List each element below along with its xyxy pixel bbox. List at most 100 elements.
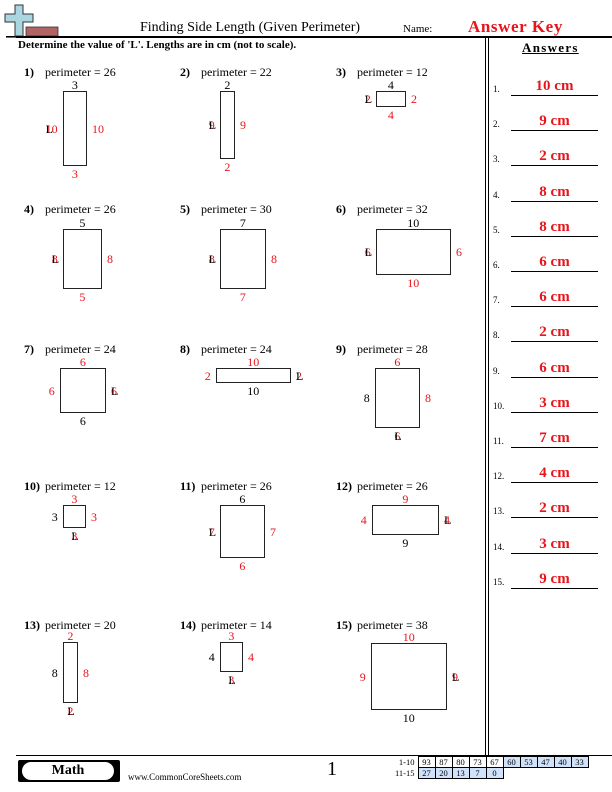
score-cell: 27 (417, 767, 436, 779)
problem-number: 10) (24, 479, 40, 493)
answer-row: 10. 3 cm (493, 389, 608, 413)
right-side-label: 7 (270, 524, 276, 539)
top-side-label: 5 (79, 216, 86, 230)
answer-number: 8. (493, 330, 500, 341)
name-label: Name: (403, 23, 433, 35)
bottom-side-label: 10 (402, 711, 415, 725)
answer-value[interactable]: 8 cm (511, 219, 598, 236)
answer-value[interactable]: 3 cm (511, 395, 598, 412)
worksheet-title: Finding Side Length (Given Perimeter) (140, 20, 361, 35)
answer-number: 15. (493, 576, 505, 587)
answer-line (511, 411, 598, 413)
perimeter-text: perimeter = 26 (201, 479, 272, 493)
problem-number: 4) (24, 202, 34, 216)
problem-number: 1) (24, 65, 34, 79)
unknown-marker: L (111, 383, 119, 398)
answer-panel-divider (488, 38, 489, 756)
answer-row: 12. 4 cm (493, 459, 608, 484)
answer-value[interactable]: 9 cm (511, 571, 598, 588)
score-cell: 87 (434, 756, 453, 768)
answer-number: 6. (493, 260, 500, 270)
perimeter-text: perimeter = 26 (45, 202, 116, 216)
answer-number: 12. (493, 471, 505, 482)
top-side-label: 10 (407, 216, 420, 230)
answer-value[interactable]: 9 cm (511, 113, 598, 130)
problem-number: 15) (336, 618, 352, 632)
answer-number: 10. (493, 400, 505, 411)
score-cell: 33 (570, 756, 589, 768)
answer-number: 11. (493, 436, 504, 446)
answer-value[interactable]: 2 cm (511, 148, 598, 165)
rectangle-shape (63, 91, 87, 166)
answer-value[interactable]: 4 cm (511, 465, 598, 482)
rectangle-shape (63, 505, 86, 528)
perimeter-text: perimeter = 28 (357, 342, 428, 356)
left-side-label: 6 (48, 383, 55, 398)
answer-value[interactable]: 6 cm (511, 289, 598, 306)
answer-line (511, 517, 598, 519)
answer-number: 1. (493, 84, 500, 94)
plus-ruler-logo-icon (4, 4, 59, 38)
score-row-label: 11-15 (395, 768, 415, 778)
answer-number: 9. (493, 365, 500, 376)
answer-row: 3. 2 cm (493, 142, 608, 167)
answer-row: 9. 6 cm (493, 354, 608, 378)
score-row: 11-15 27 20 13 7 0 (393, 767, 588, 779)
bottom-side-label: 9 (402, 536, 409, 550)
answer-value[interactable]: 3 cm (511, 536, 598, 553)
score-cell-empty (537, 768, 554, 779)
rectangle-shape (220, 505, 265, 558)
answer-value[interactable]: 8 cm (511, 184, 598, 201)
rectangle-shape (220, 91, 235, 159)
left-side-label: 3 (51, 509, 58, 524)
bottom-side-label: 10 (407, 276, 420, 290)
answer-line (511, 200, 598, 202)
top-side-label: 10 (247, 355, 260, 369)
top-side-label: 2 (67, 629, 74, 643)
left-side-label: 9 (359, 669, 366, 684)
score-row: 1-10 93 87 80 73 67 60 53 47 40 33 (393, 756, 589, 768)
answer-value[interactable]: 6 cm (511, 360, 598, 377)
rectangle-shape (60, 368, 106, 413)
score-cell-empty (520, 768, 537, 779)
answer-line (511, 552, 598, 554)
score-cell: 40 (553, 756, 572, 768)
rectangle-shape (376, 229, 451, 275)
rectangle-shape (371, 643, 447, 710)
answer-value[interactable]: 2 cm (511, 324, 598, 341)
unknown-marker: L (208, 118, 217, 132)
top-side-label: 10 (402, 630, 415, 644)
answer-value[interactable]: 10 cm (511, 78, 598, 95)
rectangle-shape (376, 91, 406, 107)
answer-number: 4. (493, 189, 500, 200)
answer-value[interactable]: 6 cm (511, 254, 598, 271)
score-cell: 67 (485, 756, 504, 768)
left-side-label: 8 (363, 391, 370, 405)
answer-number: 14. (493, 541, 505, 552)
page-number: 1 (327, 758, 337, 780)
score-cell: 80 (451, 756, 470, 768)
score-cell: 20 (434, 767, 453, 779)
top-side-label: 6 (394, 355, 401, 369)
right-side-label: 8 (425, 391, 431, 405)
answer-value[interactable]: 7 cm (511, 430, 598, 447)
unknown-marker: L (452, 669, 460, 684)
top-side-label: 7 (239, 216, 246, 230)
answer-line (511, 165, 598, 167)
problem-number: 13) (24, 618, 40, 632)
answer-line (511, 447, 598, 448)
unknown-marker: L (45, 121, 53, 136)
score-cell: 47 (536, 756, 555, 768)
unknown-marker: L (71, 529, 79, 543)
header-divider (16, 36, 612, 38)
answer-line (511, 235, 598, 237)
website-link[interactable]: www.CommonCoreSheets.com (128, 772, 241, 782)
subject-label: Math (22, 762, 114, 780)
bottom-side-label: 6 (239, 559, 246, 573)
unknown-marker: L (51, 252, 60, 266)
answer-value[interactable]: 2 cm (511, 500, 598, 517)
bottom-side-label: 2 (224, 160, 231, 174)
top-side-label: 3 (228, 629, 235, 643)
right-side-label: 2 (411, 92, 417, 106)
answer-line (511, 271, 598, 272)
